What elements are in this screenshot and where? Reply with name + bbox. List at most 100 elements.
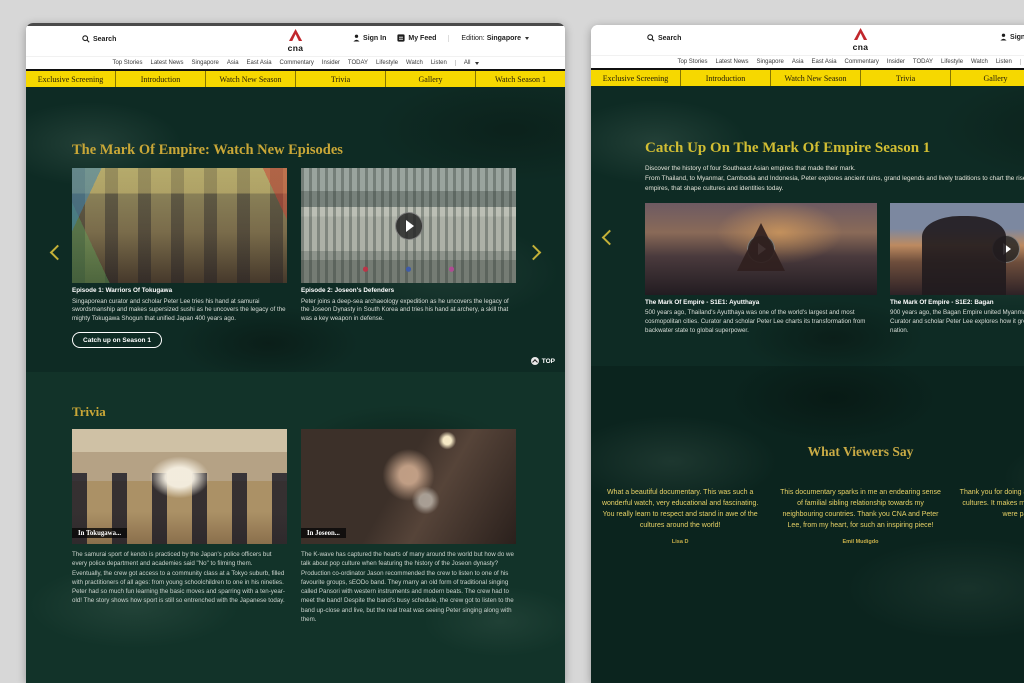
s1e2-video-thumbnail[interactable] [890, 203, 1024, 295]
episode-2-title: Episode 2: Joseon's Defenders [301, 287, 516, 296]
season-intro: Discover the history of four Southeast A… [645, 164, 1024, 194]
section-what-viewers-say: What Viewers Say What a beautiful docume… [591, 366, 1024, 683]
account-area: Sign In My Feed Edition: Singapore [342, 34, 529, 42]
back-to-top-button[interactable]: TOP [531, 357, 555, 365]
edition-label: Edition: [461, 35, 484, 42]
season-card-2: The Mark Of Empire - S1E2: Bagan 900 yea… [890, 203, 1024, 336]
nav-all-dropdown[interactable]: All [455, 60, 479, 66]
cna-logo-icon [288, 29, 303, 41]
page-content-right: Catch Up On The Mark Of Empire Season 1 … [591, 86, 1024, 683]
nav-asia[interactable]: Asia [792, 59, 804, 65]
play-button-icon[interactable] [992, 235, 1020, 263]
testimonial-3-text: Thank you for doing a great job featurin… [958, 488, 1024, 521]
anchor-watch-season-1[interactable]: Watch Season 1 [475, 71, 565, 87]
testimonial-1: What a beautiful documentary. This was s… [597, 488, 763, 545]
testimonial-2-name: Emil Mudigdo [777, 539, 943, 545]
nav-east-asia[interactable]: East Asia [812, 59, 837, 65]
sign-in-label: Sign In [1010, 34, 1024, 41]
nav-watch[interactable]: Watch [971, 59, 988, 65]
anchor-watch-new-season[interactable]: Watch New Season [770, 70, 860, 86]
nav-latest-news[interactable]: Latest News [715, 59, 748, 65]
testimonials-row: What a beautiful documentary. This was s… [591, 488, 1024, 545]
season-carousel: The Mark Of Empire - S1E1: Ayutthaya 500… [645, 203, 1024, 336]
nav-singapore[interactable]: Singapore [192, 60, 219, 66]
cna-logo-icon [853, 28, 868, 40]
s1e1-description: 500 years ago, Thailand's Ayutthaya was … [645, 309, 877, 336]
section-new-episodes: The Mark Of Empire: Watch New Episodes E… [26, 87, 565, 372]
episode-1-video-thumbnail[interactable] [72, 168, 287, 283]
search-label: Search [658, 35, 681, 42]
nav-today[interactable]: TODAY [348, 60, 368, 66]
anchor-trivia[interactable]: Trivia [295, 71, 385, 87]
catch-up-season-1-button[interactable]: Catch up on Season 1 [72, 332, 162, 348]
episode-1-description: Singaporean curator and scholar Peter Le… [72, 298, 287, 325]
main-nav: Top Stories Latest News Singapore Asia E… [591, 55, 1024, 68]
anchor-gallery[interactable]: Gallery [385, 71, 475, 87]
episode-2-video-thumbnail[interactable] [301, 168, 516, 283]
trivia-item-1: In Tokugawa... The samurai sport of kend… [72, 429, 287, 624]
nav-lifestyle[interactable]: Lifestyle [941, 59, 963, 65]
sign-in-label: Sign In [363, 35, 386, 42]
search-icon [82, 35, 90, 43]
nav-commentary[interactable]: Commentary [280, 60, 314, 66]
intro-line-1: Discover the history of four Southeast A… [645, 164, 1024, 174]
anchor-exclusive-screening[interactable]: Exclusive Screening [26, 71, 115, 87]
my-feed-icon [397, 34, 405, 42]
anchor-trivia[interactable]: Trivia [860, 70, 950, 86]
nav-east-asia[interactable]: East Asia [247, 60, 272, 66]
trivia-item-2: In Joseon... The K-wave has captured the… [301, 429, 516, 624]
sign-in-button[interactable]: Sign In [1000, 33, 1024, 41]
testimonial-1-text: What a beautiful documentary. This was s… [597, 488, 763, 531]
episode-card-2: Episode 2: Joseon's Defenders Peter join… [301, 168, 516, 348]
search-button[interactable]: Search [647, 34, 681, 42]
nav-watch[interactable]: Watch [406, 60, 423, 66]
nav-today[interactable]: TODAY [913, 59, 933, 65]
nav-listen[interactable]: Listen [996, 59, 1012, 65]
nav-listen[interactable]: Listen [431, 60, 447, 66]
section-season-1: Catch Up On The Mark Of Empire Season 1 … [591, 86, 1024, 366]
anchor-exclusive-screening[interactable]: Exclusive Screening [591, 70, 680, 86]
nav-insider[interactable]: Insider [887, 59, 905, 65]
anchor-gallery[interactable]: Gallery [950, 70, 1024, 86]
nav-top-stories[interactable]: Top Stories [112, 60, 142, 66]
browser-window-right: Search cna Sign In My Feed Edition: Sing… [591, 25, 1024, 683]
episode-carousel: Episode 1: Warriors Of Tokugawa Singapor… [72, 168, 565, 348]
s1e1-video-thumbnail[interactable] [645, 203, 877, 295]
page-content-left: The Mark Of Empire: Watch New Episodes E… [26, 87, 565, 683]
site-header: Search cna Sign In My Feed Edition: Sing… [26, 26, 565, 56]
caret-down-icon [475, 62, 479, 65]
circle-arrow-up-icon [531, 357, 539, 365]
s1e2-title: The Mark Of Empire - S1E2: Bagan [890, 299, 1024, 308]
my-feed-button[interactable]: My Feed [397, 34, 436, 42]
nav-all-dropdown[interactable]: All [1020, 59, 1024, 65]
anchor-menu: Exclusive Screening Introduction Watch N… [591, 68, 1024, 86]
sign-in-button[interactable]: Sign In [353, 34, 386, 42]
nav-insider[interactable]: Insider [322, 60, 340, 66]
season-card-1: The Mark Of Empire - S1E1: Ayutthaya 500… [645, 203, 877, 336]
search-label: Search [93, 36, 116, 43]
anchor-menu: Exclusive Screening Introduction Watch N… [26, 69, 565, 87]
nav-singapore[interactable]: Singapore [757, 59, 784, 65]
nav-latest-news[interactable]: Latest News [150, 60, 183, 66]
desktop-background: Search cna Sign In My Feed Edition: Sing… [0, 0, 1024, 683]
cna-logo[interactable]: cna [288, 29, 304, 53]
nav-asia[interactable]: Asia [227, 60, 239, 66]
trivia-image-singer: In Joseon... [301, 429, 516, 544]
viewers-title: What Viewers Say [591, 444, 1024, 460]
testimonial-2: This documentary sparks in me an endeari… [777, 488, 943, 545]
account-area: Sign In My Feed Edition: Singapore [989, 33, 1024, 41]
nav-top-stories[interactable]: Top Stories [677, 59, 707, 65]
trivia-row: In Tokugawa... The samurai sport of kend… [72, 429, 565, 624]
nav-lifestyle[interactable]: Lifestyle [376, 60, 398, 66]
play-button-icon[interactable] [395, 212, 423, 240]
section-trivia: Trivia In Tokugawa... The samurai sport … [26, 372, 565, 683]
nav-commentary[interactable]: Commentary [845, 59, 879, 65]
cna-logo[interactable]: cna [853, 28, 869, 52]
play-button-icon[interactable] [747, 235, 775, 263]
anchor-introduction[interactable]: Introduction [680, 70, 770, 86]
search-button[interactable]: Search [82, 35, 116, 43]
edition-selector[interactable]: Edition: Singapore [448, 35, 529, 42]
anchor-watch-new-season[interactable]: Watch New Season [205, 71, 295, 87]
anchor-introduction[interactable]: Introduction [115, 71, 205, 87]
my-feed-label: My Feed [408, 35, 436, 42]
